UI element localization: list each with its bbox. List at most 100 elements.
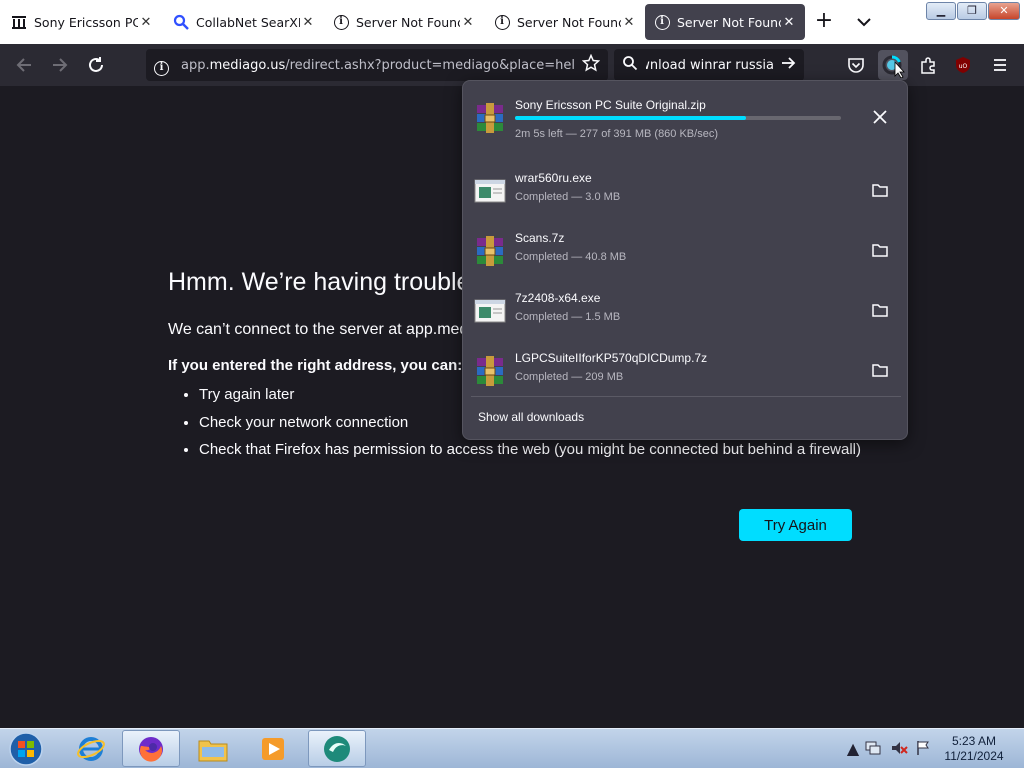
divider xyxy=(471,396,901,397)
winrar-archive-icon xyxy=(477,236,503,266)
url-prefix: app. xyxy=(181,57,210,73)
arrow-left-icon xyxy=(16,58,31,72)
tab-strip: Sony Ericsson PC Suite ✕ CollabNet SearX… xyxy=(0,0,1024,44)
download-status: Completed — 209 MB xyxy=(515,371,624,383)
close-icon[interactable]: ✕ xyxy=(460,15,476,30)
download-filename: Scans.7z xyxy=(515,231,565,245)
clock-time: 5:23 AM xyxy=(951,734,997,748)
taskbar-clock[interactable]: 5:23 AM 11/21/2024 xyxy=(936,734,1012,764)
pocket-icon xyxy=(848,58,864,73)
show-in-folder-button[interactable] xyxy=(869,239,891,261)
tab-server-not-found-1[interactable]: i Server Not Found ✕ xyxy=(324,0,484,44)
url-path: /redirect.ashx?product=mediago&place=hel… xyxy=(285,57,576,73)
close-icon[interactable]: ✕ xyxy=(781,15,797,30)
site-info-icon[interactable]: i xyxy=(154,55,169,76)
app-menu-button[interactable] xyxy=(988,53,1012,77)
taskbar-internet-explorer[interactable] xyxy=(62,730,120,767)
url-domain: mediago.us xyxy=(209,57,286,73)
ublock-origin-icon: uO xyxy=(956,57,970,73)
download-progress-icon xyxy=(882,55,905,78)
address-bar[interactable]: i app.mediago.us/redirect.ashx?product=m… xyxy=(146,49,608,81)
suggestion-item: Check that Firefox has permission to acc… xyxy=(199,441,868,469)
download-status: Completed — 3.0 MB xyxy=(515,191,621,203)
windows-start-orb-icon xyxy=(9,731,43,766)
reload-icon xyxy=(89,57,103,72)
download-status: Completed — 40.8 MB xyxy=(515,251,627,263)
taskbar-app[interactable] xyxy=(308,730,366,767)
extensions-button[interactable] xyxy=(916,53,940,77)
downloads-panel: Sony Ericsson PC Suite Original.zip 2m 5… xyxy=(462,80,908,440)
download-item[interactable]: wrar560ru.exe Completed — 3.0 MB xyxy=(463,165,907,225)
folder-icon xyxy=(872,244,888,257)
tab-title: Server Not Found xyxy=(356,14,460,30)
show-in-folder-button[interactable] xyxy=(869,299,891,321)
folder-icon xyxy=(872,364,888,377)
taskbar-firefox[interactable] xyxy=(122,730,180,767)
exe-installer-icon xyxy=(474,179,506,203)
show-in-folder-button[interactable] xyxy=(869,179,891,201)
arrow-right-icon xyxy=(53,58,68,72)
info-icon: i xyxy=(653,13,671,31)
taskbar-media-player[interactable] xyxy=(244,730,302,767)
forward-button[interactable] xyxy=(48,53,72,77)
new-tab-button[interactable]: + xyxy=(812,10,836,34)
volume-muted-icon[interactable] xyxy=(890,739,908,757)
window-close-button[interactable]: ✕ xyxy=(988,2,1020,20)
search-input[interactable]: Download winrar russia xyxy=(646,58,774,73)
tab-title: Sony Ericsson PC Suite xyxy=(34,14,138,30)
bookmark-star-icon[interactable] xyxy=(581,53,601,76)
reload-button[interactable] xyxy=(84,53,108,77)
search-go-icon[interactable] xyxy=(780,55,796,75)
list-all-tabs-button[interactable] xyxy=(852,10,876,34)
folder-icon xyxy=(198,740,228,761)
close-icon xyxy=(873,110,887,124)
download-item[interactable]: 7z2408-x64.exe Completed — 1.5 MB xyxy=(463,285,907,345)
svg-text:uO: uO xyxy=(959,63,968,70)
minimize-button[interactable]: ▁ xyxy=(926,2,956,20)
close-icon[interactable]: ✕ xyxy=(300,15,316,30)
exe-installer-icon xyxy=(474,299,506,323)
cancel-download-button[interactable] xyxy=(869,106,891,128)
clock-date: 11/21/2024 xyxy=(944,749,1004,763)
tab-server-not-found-2[interactable]: i Server Not Found ✕ xyxy=(485,0,645,44)
download-item[interactable]: Scans.7z Completed — 40.8 MB xyxy=(463,225,907,285)
pocket-button[interactable] xyxy=(844,53,868,77)
taskbar-file-explorer[interactable] xyxy=(184,730,242,767)
close-icon[interactable]: ✕ xyxy=(138,15,154,30)
restore-button[interactable]: ❐ xyxy=(957,2,987,20)
info-icon: i xyxy=(493,13,511,31)
back-button[interactable] xyxy=(12,53,36,77)
downloads-button[interactable] xyxy=(878,50,908,80)
media-player-icon xyxy=(262,737,284,760)
museum-icon xyxy=(10,13,28,31)
internet-explorer-icon xyxy=(77,736,105,761)
show-all-downloads-link[interactable]: Show all downloads xyxy=(478,410,584,424)
close-icon[interactable]: ✕ xyxy=(621,15,637,30)
tab-title: CollabNet SearXNG xyxy=(196,14,300,30)
winrar-archive-icon xyxy=(477,356,503,386)
action-center-flag-icon[interactable] xyxy=(914,739,932,757)
hamburger-icon xyxy=(994,59,1006,71)
tab-title: Server Not Found xyxy=(677,14,781,30)
download-progress-fill xyxy=(515,116,747,120)
download-filename: Sony Ericsson PC Suite Original.zip xyxy=(515,98,706,112)
tab-server-not-found-active[interactable]: i Server Not Found ✕ xyxy=(645,4,805,40)
folder-icon xyxy=(872,184,888,197)
tab-title: Server Not Found xyxy=(517,14,621,30)
network-icon[interactable] xyxy=(864,739,882,757)
tab-sony-ericsson[interactable]: Sony Ericsson PC Suite ✕ xyxy=(2,0,162,44)
start-button[interactable] xyxy=(2,730,50,767)
firefox-icon xyxy=(139,736,163,762)
try-again-button[interactable]: Try Again xyxy=(739,509,852,541)
download-filename: 7z2408-x64.exe xyxy=(515,291,601,305)
download-item[interactable]: Sony Ericsson PC Suite Original.zip 2m 5… xyxy=(463,92,907,152)
folder-icon xyxy=(872,304,888,317)
ublock-button[interactable]: uO xyxy=(951,53,975,77)
taskbar: ▲ 5:23 AM 11/21/2024 xyxy=(0,728,1024,768)
chevron-down-icon xyxy=(857,18,871,27)
show-in-folder-button[interactable] xyxy=(869,359,891,381)
tab-searxng[interactable]: CollabNet SearXNG ✕ xyxy=(164,0,324,44)
teal-app-icon xyxy=(324,735,350,762)
search-bar[interactable]: Download winrar russia xyxy=(614,49,804,81)
show-hidden-icons-button[interactable]: ▲ xyxy=(844,739,862,758)
